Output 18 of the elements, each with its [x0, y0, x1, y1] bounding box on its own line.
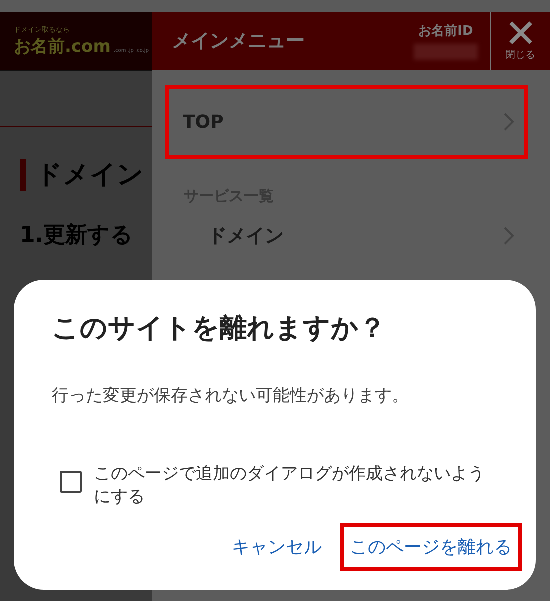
close-icon	[508, 20, 534, 46]
heading-bar	[20, 158, 26, 190]
menu-item[interactable]: ドメイン	[208, 214, 528, 258]
dialog-button[interactable]: キャンセル	[224, 522, 330, 571]
checkbox[interactable]	[60, 471, 82, 493]
dialog-title: このサイトを離れますか？	[52, 312, 387, 346]
close-button[interactable]: 閉じる	[490, 12, 550, 70]
checkbox-label: このページで追加のダイアログが作成されないようにする	[94, 463, 486, 509]
chevron-icon	[504, 113, 514, 131]
step-heading: 1.更新する	[20, 222, 135, 250]
dialog-message: 行った変更が保存されない可能性があります。	[52, 385, 410, 407]
chevron-icon	[504, 227, 514, 245]
menu-title: メインメニュー	[172, 29, 306, 54]
logo[interactable]: お名前.com	[14, 34, 111, 58]
id-label: お名前ID	[418, 23, 474, 40]
dialog-button[interactable]: このページを離れる	[340, 522, 522, 571]
menu-item[interactable]: TOP	[165, 85, 528, 159]
page-heading: ドメイン	[36, 159, 144, 192]
